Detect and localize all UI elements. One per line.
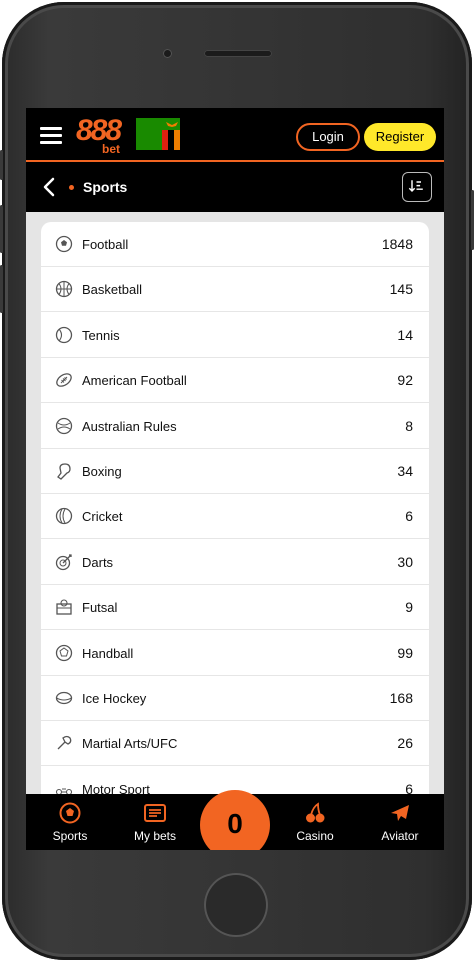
logo-sub: bet — [102, 142, 120, 156]
sport-name: Ice Hockey — [82, 691, 147, 706]
sport-name: Australian Rules — [82, 418, 177, 434]
tennis-icon — [55, 326, 73, 343]
sport-row-darts[interactable]: Darts 30 — [41, 540, 429, 585]
sport-event-count: 9 — [405, 599, 413, 616]
sport-row-american-football[interactable]: American Football 92 — [41, 358, 429, 404]
sport-row-football[interactable]: Football 1848 — [41, 222, 429, 267]
earpiece-speaker — [204, 50, 272, 57]
sport-name: Handball — [82, 645, 134, 661]
sport-name: Boxing — [82, 464, 122, 479]
basketball-icon — [55, 281, 73, 298]
zambia-flag-icon — [136, 118, 180, 150]
sort-button[interactable] — [402, 172, 432, 202]
register-button[interactable]: Register — [364, 123, 436, 151]
nav-casino-label: Casino — [296, 829, 334, 843]
sport-row-cricket[interactable]: Cricket 6 — [41, 494, 429, 540]
sport-row-ice-hockey[interactable]: Ice Hockey 168 — [41, 676, 429, 721]
sport-name: Basketball — [82, 282, 142, 298]
nav-aviator[interactable]: Aviator — [360, 794, 440, 850]
login-button[interactable]: Login — [296, 123, 360, 151]
sport-name: American Football — [82, 373, 187, 389]
sport-row-basketball[interactable]: Basketball 145 — [41, 267, 429, 313]
sport-name: Futsal — [82, 600, 118, 616]
sport-event-count: 145 — [389, 281, 413, 298]
american-football-icon — [56, 373, 72, 387]
back-arrow-icon[interactable] — [42, 177, 56, 197]
boxing-icon — [57, 463, 71, 480]
australian-rules-icon — [55, 417, 73, 434]
top-bar: 888 bet Login Register — [26, 108, 444, 162]
volume-down-button — [0, 265, 3, 313]
page-title: Sports — [83, 179, 128, 195]
sport-event-count: 8 — [405, 417, 413, 434]
nav-sports-label: Sports — [52, 829, 88, 843]
betslip-count: 0 — [227, 808, 243, 839]
football-icon — [55, 235, 73, 253]
cherries-icon — [306, 802, 325, 823]
sport-event-count: 6 — [405, 508, 413, 525]
sport-row-futsal[interactable]: Futsal 9 — [41, 585, 429, 631]
nav-my-bets[interactable]: My bets — [115, 794, 195, 850]
sort-icon — [408, 180, 423, 193]
sport-row-handball[interactable]: Handball 99 — [41, 631, 429, 676]
sport-name: Martial Arts/UFC — [82, 736, 178, 752]
sport-name: Football — [82, 237, 129, 252]
ice-hockey-icon — [55, 691, 73, 705]
sport-row-martial-arts-ufc[interactable]: Martial Arts/UFC 26 — [41, 721, 429, 767]
handball-icon — [55, 644, 73, 661]
mute-switch — [0, 150, 3, 180]
martial-arts-icon — [57, 736, 72, 750]
sport-name: Tennis — [82, 327, 120, 343]
sport-event-count: 99 — [397, 644, 413, 661]
sport-row-australian-rules[interactable]: Australian Rules 8 — [41, 404, 429, 449]
breadcrumb-dot — [69, 185, 74, 190]
sport-row-boxing[interactable]: Boxing 34 — [41, 449, 429, 494]
front-camera — [163, 49, 172, 58]
ticket-icon — [144, 804, 166, 822]
home-button[interactable] — [204, 873, 268, 937]
nav-casino[interactable]: Casino — [275, 794, 355, 850]
futsal-icon — [56, 599, 72, 615]
app-screen: 888 bet Login Register Sports Football 18… — [26, 108, 444, 850]
nav-aviator-label: Aviator — [381, 829, 419, 843]
sport-event-count: 1848 — [381, 236, 413, 252]
sport-row-tennis[interactable]: Tennis 14 — [41, 313, 429, 358]
sub-header: Sports — [26, 162, 444, 212]
sport-event-count: 168 — [389, 690, 413, 706]
sport-event-count: 92 — [397, 372, 413, 389]
sports-list: Football 1848 Basketball 145 Tennis 14 America… — [41, 222, 429, 802]
darts-icon — [55, 554, 72, 570]
sport-name: Cricket — [82, 509, 123, 525]
menu-icon[interactable] — [40, 127, 62, 144]
airplane-icon — [391, 805, 409, 821]
cricket-icon — [55, 508, 73, 525]
nav-my-bets-label: My bets — [133, 829, 176, 843]
sport-event-count: 30 — [397, 553, 413, 570]
nav-sports[interactable]: Sports — [30, 794, 110, 850]
brand-logo[interactable]: 888 bet — [76, 116, 128, 156]
sport-event-count: 14 — [397, 326, 413, 343]
sport-event-count: 26 — [397, 735, 413, 752]
sport-event-count: 34 — [397, 463, 413, 479]
football-icon — [59, 802, 81, 824]
sport-name: Darts — [82, 554, 114, 570]
volume-up-button — [0, 205, 3, 253]
